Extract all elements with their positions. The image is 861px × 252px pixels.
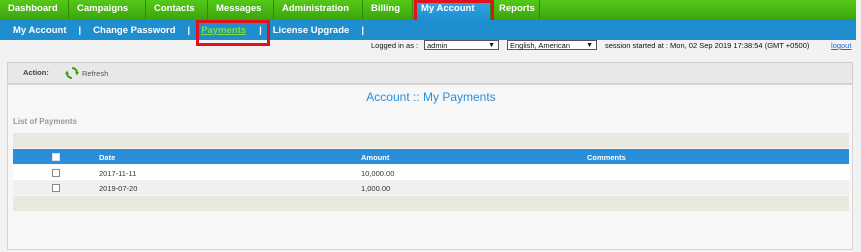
row-amount: 10,000.00: [361, 169, 395, 178]
language-select-value: English, American: [510, 41, 571, 50]
logout-link[interactable]: logout: [831, 41, 851, 50]
row-amount: 1,000.00: [361, 184, 391, 193]
nav-billing[interactable]: Billing: [363, 0, 413, 20]
table-row: 2017-11-11 10,000.00: [13, 165, 849, 180]
refresh-label: Refresh: [82, 68, 109, 78]
action-label: Action:: [23, 68, 49, 77]
session-info: session started at : Mon, 02 Sep 2019 17…: [605, 41, 810, 50]
language-select[interactable]: English, American ▼: [507, 40, 597, 50]
user-select[interactable]: admin ▼: [424, 40, 499, 50]
row-date: 2017-11-11: [99, 169, 137, 178]
payments-panel: Account :: My Payments List of Payments …: [7, 84, 853, 250]
chevron-down-icon: ▼: [488, 42, 495, 49]
subnav-separator: |: [361, 24, 364, 36]
nav-campaigns[interactable]: Campaigns: [69, 0, 146, 20]
select-all-checkbox[interactable]: [52, 153, 60, 161]
chevron-down-icon: ▼: [586, 42, 593, 49]
action-bar: Action: Refresh: [7, 62, 853, 84]
nav-messages[interactable]: Messages: [208, 0, 274, 20]
table-top-bar: [13, 133, 849, 148]
nav-contacts[interactable]: Contacts: [146, 0, 208, 20]
sub-nav: My Account | Change Password | Payments …: [0, 20, 856, 40]
subnav-change-password[interactable]: Change Password: [93, 25, 175, 36]
subnav-separator: |: [78, 24, 82, 36]
table-row: 2019-07-20 1,000.00: [13, 180, 849, 195]
column-header-comments[interactable]: Comments: [587, 153, 626, 162]
subnav-my-account[interactable]: My Account: [13, 25, 66, 36]
refresh-icon: [65, 67, 79, 79]
subnav-separator: |: [187, 24, 191, 36]
column-header-amount[interactable]: Amount: [361, 153, 389, 162]
subnav-payments[interactable]: Payments: [201, 25, 246, 36]
refresh-button[interactable]: Refresh: [65, 66, 108, 80]
row-date: 2019-07-20: [99, 184, 138, 193]
nav-administration[interactable]: Administration: [274, 0, 363, 20]
table-header: Date Amount Comments: [13, 149, 849, 164]
list-label: List of Payments: [13, 117, 78, 126]
user-select-value: admin: [427, 41, 448, 50]
subnav-separator: |: [259, 24, 262, 36]
table-bottom-bar: [13, 196, 849, 211]
status-bar: Logged in as : admin ▼ English, American…: [0, 40, 861, 52]
nav-my-account[interactable]: My Account: [413, 0, 491, 20]
nav-reports[interactable]: Reports: [491, 0, 540, 20]
row-checkbox[interactable]: [52, 169, 60, 177]
subnav-license-upgrade[interactable]: License Upgrade: [273, 25, 350, 36]
row-checkbox[interactable]: [52, 184, 60, 192]
page-title: Account :: My Payments: [366, 90, 496, 104]
logged-in-label: Logged in as :: [371, 41, 419, 50]
top-nav: Dashboard Campaigns Contacts Messages Ad…: [0, 0, 856, 20]
column-header-date[interactable]: Date: [99, 153, 115, 162]
nav-dashboard[interactable]: Dashboard: [0, 0, 69, 20]
